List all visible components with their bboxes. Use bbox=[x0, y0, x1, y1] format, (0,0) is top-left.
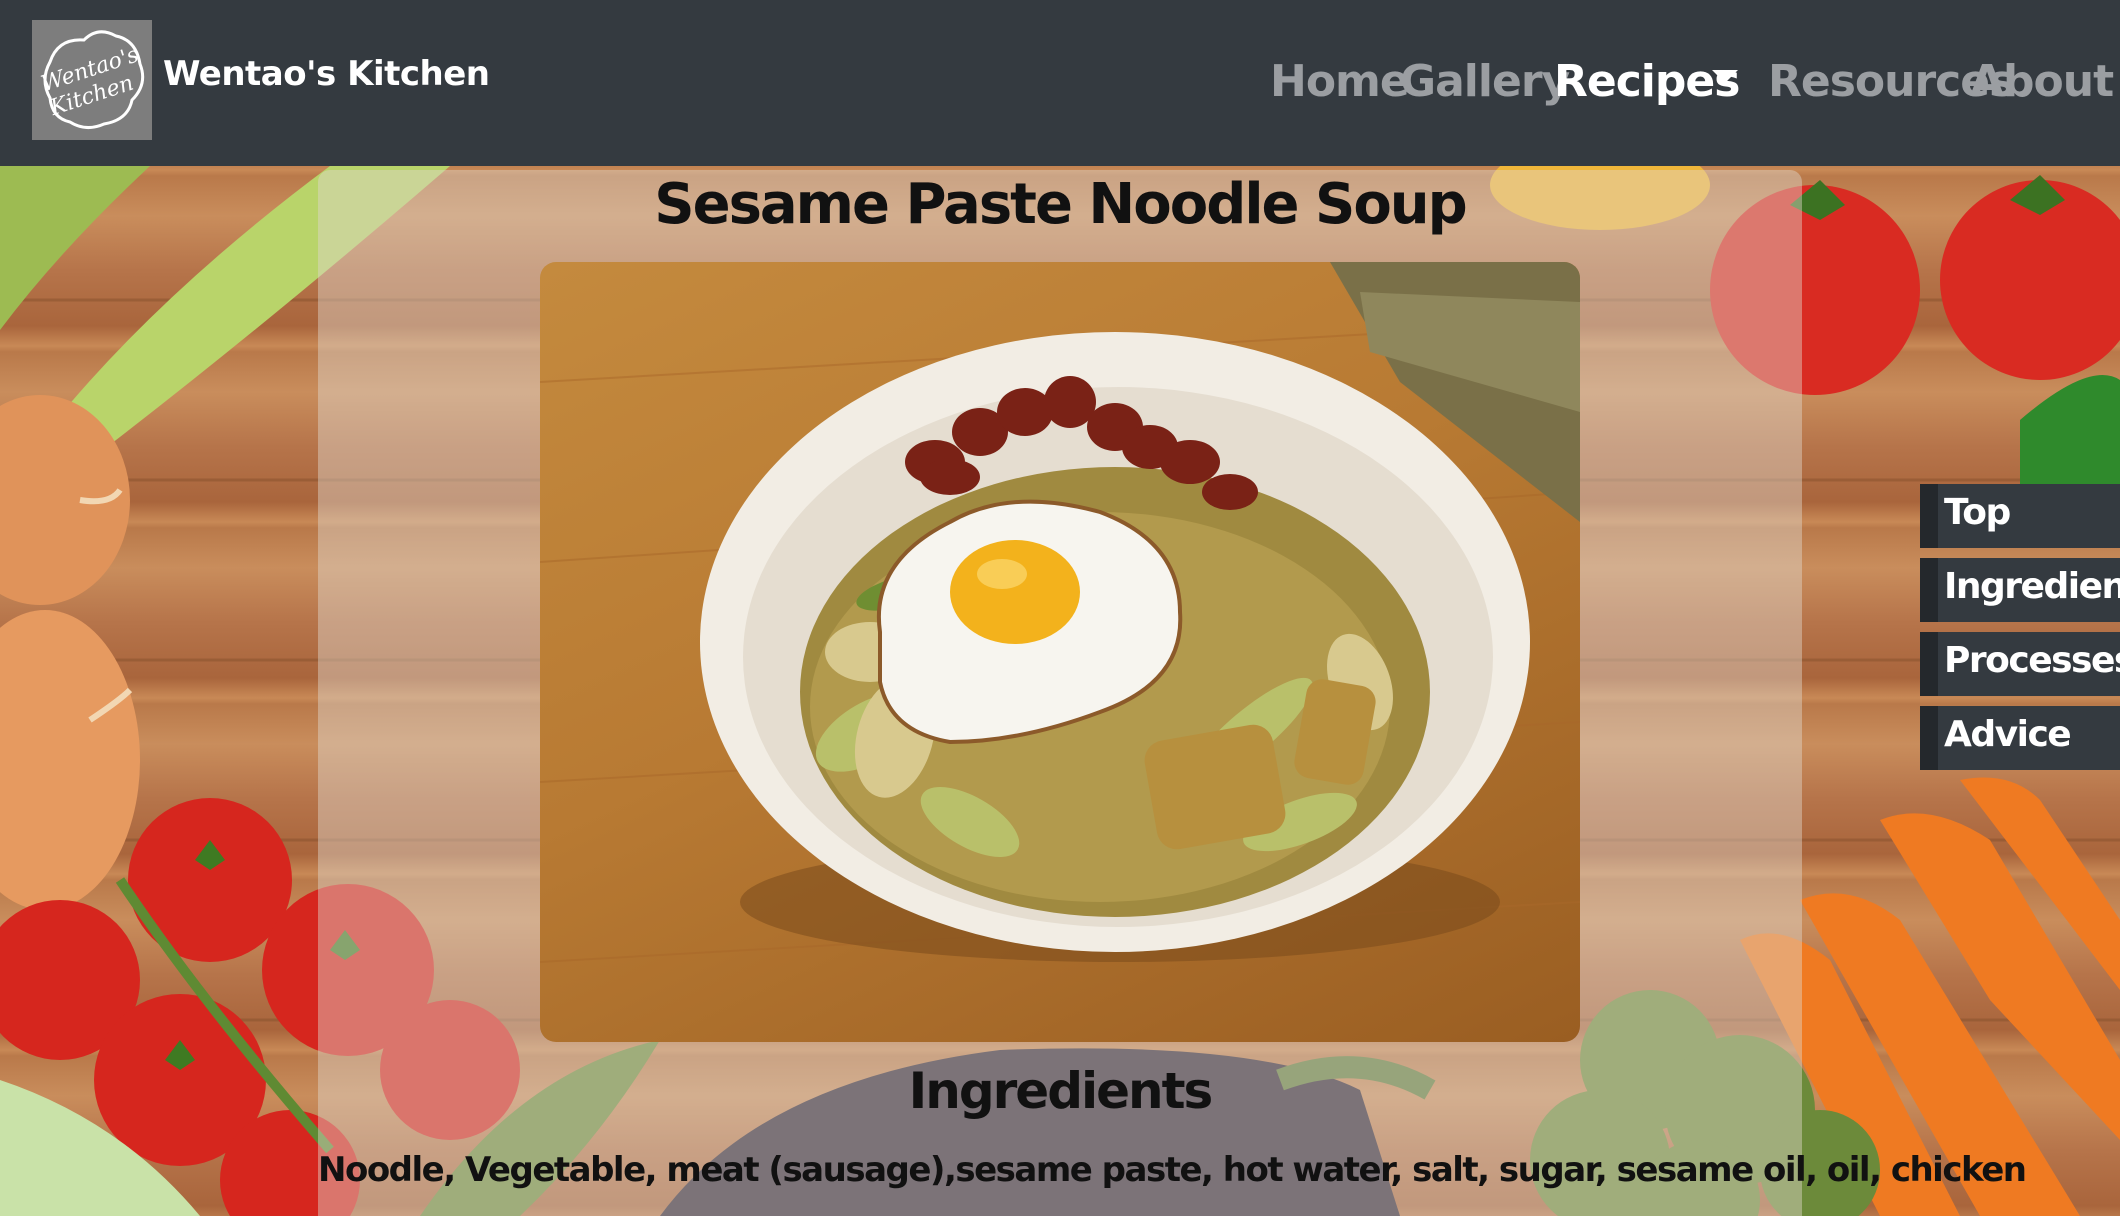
recipe-photo bbox=[540, 262, 1580, 1042]
page-title: Sesame Paste Noodle Soup bbox=[654, 172, 1468, 237]
nav-about[interactable]: About bbox=[1970, 56, 2114, 107]
brand-logo[interactable]: Wentao's Kitchen bbox=[32, 20, 152, 140]
ingredients-list: Noodle, Vegetable, meat (sausage),sesame… bbox=[318, 1150, 2027, 1190]
sidenav-advice[interactable]: Advice bbox=[1920, 706, 2120, 770]
main-nav: Home Gallery Recipes Resources About bbox=[1270, 56, 2120, 112]
chevron-down-icon[interactable] bbox=[1712, 70, 1738, 83]
nav-gallery[interactable]: Gallery bbox=[1400, 56, 1570, 107]
noodle-soup-photo-icon bbox=[540, 262, 1580, 963]
nav-home[interactable]: Home bbox=[1270, 56, 1410, 107]
kitchen-logo-icon: Wentao's Kitchen bbox=[38, 30, 145, 129]
sidenav-top[interactable]: Top bbox=[1920, 484, 2120, 548]
brand-name[interactable]: Wentao's Kitchen bbox=[163, 54, 490, 94]
ingredients-heading: Ingredients bbox=[908, 1062, 1214, 1120]
sidenav-ingredients[interactable]: Ingredients bbox=[1920, 558, 2120, 622]
sidenav-processes[interactable]: Processes bbox=[1920, 632, 2120, 696]
navbar: Wentao's Kitchen Wentao's Kitchen Home G… bbox=[0, 0, 2120, 166]
